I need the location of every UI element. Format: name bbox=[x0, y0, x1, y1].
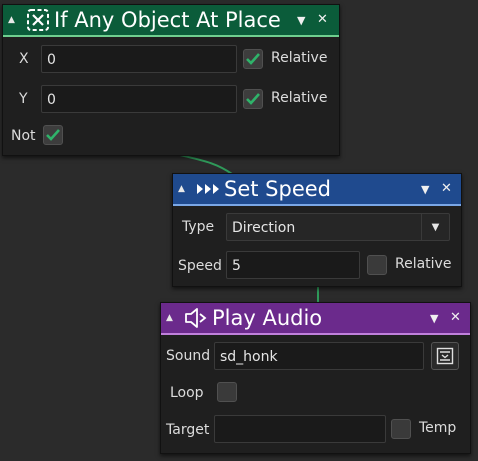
speaker-icon bbox=[184, 307, 208, 329]
dropdown-arrow-icon[interactable]: ▼ bbox=[421, 183, 429, 196]
collapse-icon[interactable]: ▲ bbox=[166, 313, 180, 323]
check-icon bbox=[46, 129, 60, 141]
collapse-icon[interactable]: ▲ bbox=[8, 15, 22, 25]
check-icon bbox=[246, 93, 260, 105]
node-header[interactable]: ▲ If Any Object At Place ▼ ✕ bbox=[3, 5, 339, 37]
not-label: Not bbox=[11, 128, 36, 144]
x-input[interactable]: 0 bbox=[41, 45, 237, 73]
loop-label: Loop bbox=[170, 385, 204, 401]
check-icon bbox=[246, 53, 260, 65]
speed-relative-checkbox[interactable] bbox=[367, 255, 387, 275]
target-label: Target bbox=[166, 422, 210, 438]
speed-label: Speed bbox=[178, 258, 222, 274]
close-icon[interactable]: ✕ bbox=[450, 310, 461, 325]
sound-label: Sound bbox=[166, 348, 211, 364]
if-object-at-place-node[interactable]: ▲ If Any Object At Place ▼ ✕ X 0 Relativ… bbox=[2, 4, 340, 156]
x-relative-label: Relative bbox=[271, 50, 328, 66]
object-check-icon bbox=[26, 8, 50, 32]
asset-picker-button[interactable] bbox=[431, 342, 459, 370]
type-label: Type bbox=[182, 219, 215, 235]
type-select[interactable]: Direction ▼ bbox=[226, 213, 450, 241]
collapse-icon[interactable]: ▲ bbox=[178, 184, 192, 194]
speed-input[interactable]: 5 bbox=[226, 251, 360, 279]
x-relative-checkbox[interactable] bbox=[243, 49, 263, 69]
set-speed-node[interactable]: ▲ Set Speed ▼ ✕ Type Direction ▼ Speed 5… bbox=[172, 173, 462, 287]
y-input[interactable]: 0 bbox=[41, 85, 237, 113]
node-header[interactable]: ▲ Set Speed ▼ ✕ bbox=[173, 174, 461, 206]
dropdown-arrow-icon[interactable]: ▼ bbox=[430, 312, 438, 325]
node-title: Play Audio bbox=[212, 306, 323, 330]
sound-input[interactable]: sd_honk bbox=[214, 342, 424, 370]
close-icon[interactable]: ✕ bbox=[317, 12, 328, 27]
temp-checkbox[interactable] bbox=[391, 419, 411, 439]
y-label: Y bbox=[19, 91, 28, 107]
play-audio-node[interactable]: ▲ Play Audio ▼ ✕ Sound sd_honk Loop Targ… bbox=[160, 302, 471, 454]
dropdown-arrow-icon[interactable]: ▼ bbox=[297, 14, 305, 27]
speed-relative-label: Relative bbox=[395, 256, 452, 272]
x-label: X bbox=[19, 51, 29, 67]
close-icon[interactable]: ✕ bbox=[441, 181, 452, 196]
node-header[interactable]: ▲ Play Audio ▼ ✕ bbox=[161, 303, 470, 335]
node-title: Set Speed bbox=[224, 177, 331, 201]
y-relative-label: Relative bbox=[271, 90, 328, 106]
select-arrow-icon: ▼ bbox=[421, 214, 449, 240]
target-input[interactable] bbox=[214, 415, 386, 443]
loop-checkbox[interactable] bbox=[217, 382, 237, 402]
node-title: If Any Object At Place bbox=[54, 8, 281, 32]
fast-forward-icon bbox=[196, 182, 220, 196]
y-relative-checkbox[interactable] bbox=[243, 89, 263, 109]
temp-label: Temp bbox=[419, 420, 457, 436]
not-checkbox[interactable] bbox=[43, 125, 63, 145]
asset-browser-icon bbox=[436, 347, 454, 365]
type-select-value: Direction bbox=[232, 220, 296, 236]
